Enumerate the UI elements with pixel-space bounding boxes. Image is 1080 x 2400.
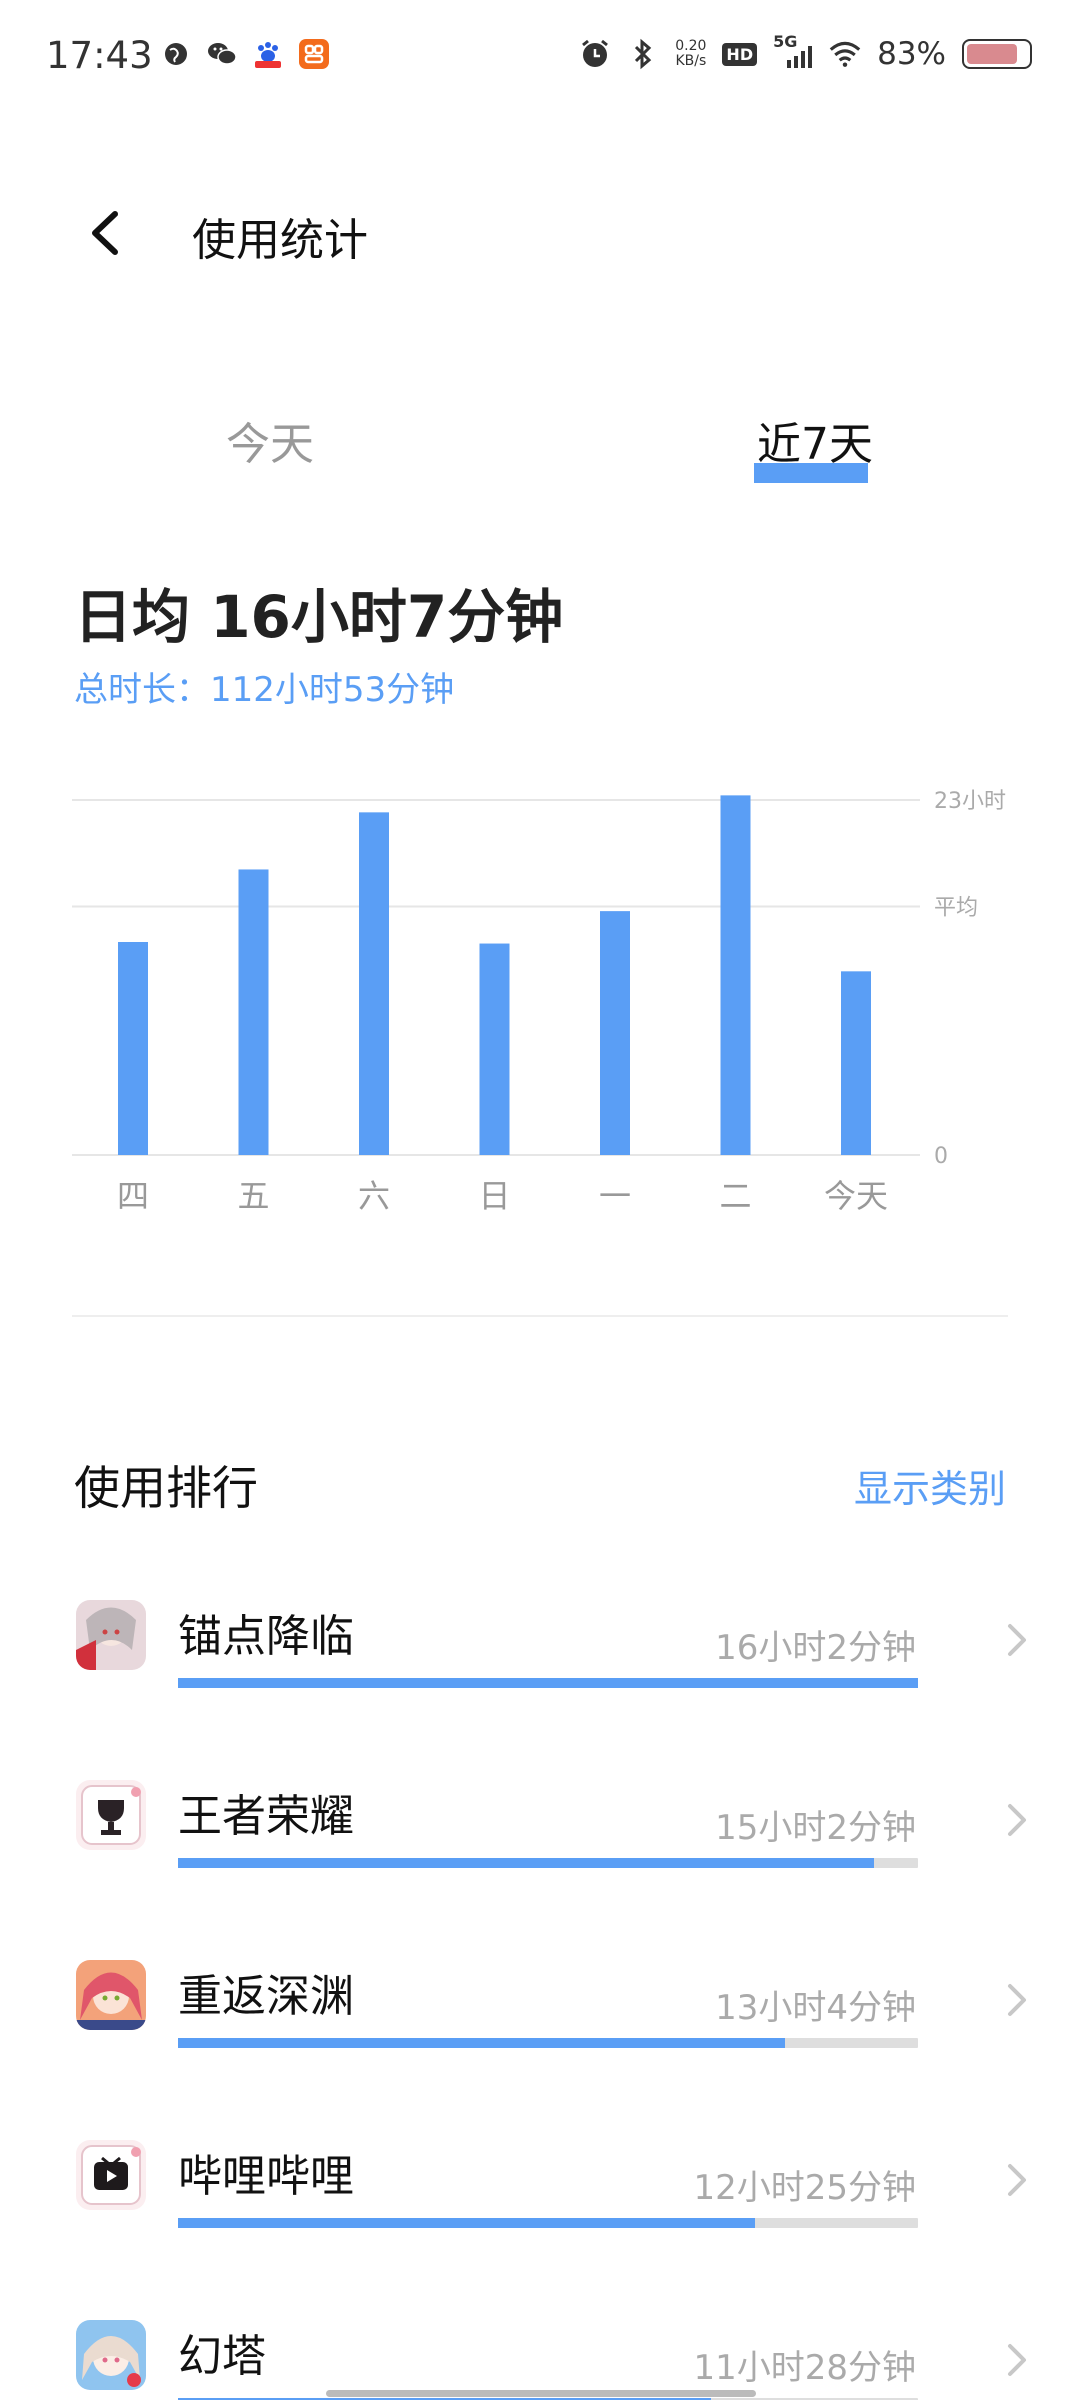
app-name: 王者荣耀 <box>178 1791 354 1842</box>
alarm-icon <box>579 38 611 70</box>
app-usage-time: 15小时2分钟 <box>715 1808 916 1848</box>
status-time: 17:43 <box>46 34 153 77</box>
trophy-app-icon <box>76 1780 146 1850</box>
usage-bar-fill <box>178 1858 874 1868</box>
network-speed-unit: KB/s <box>675 53 707 69</box>
tab-selected-indicator <box>754 463 868 483</box>
signal-icon: 5G <box>773 32 813 70</box>
daily-average: 日均 16小时7分钟 <box>74 583 564 651</box>
app-usage-time: 13小时4分钟 <box>715 1988 916 2028</box>
chevron-right-icon <box>1008 2164 1026 2196</box>
total-duration: 总时长：112小时53分钟 <box>74 670 455 710</box>
usage-bar-fill <box>178 2218 756 2228</box>
show-category-button[interactable]: 显示类别 <box>854 1458 1006 1513</box>
battery-level-fill <box>967 44 1017 64</box>
usage-bar-fill <box>178 1678 918 1688</box>
back-button[interactable] <box>70 198 140 268</box>
anime-girl-icon <box>76 1960 146 2030</box>
app-row-wangzhe[interactable]: 王者荣耀 15小时2分钟 <box>0 1770 1080 1920</box>
orange-app-icon <box>298 38 330 70</box>
app-row-chongfan[interactable]: 重返深渊 13小时4分钟 <box>0 1950 1080 2100</box>
chevron-right-icon <box>1008 1804 1026 1836</box>
chart-x-tick-label: 今天 <box>824 1177 888 1215</box>
bluetooth-icon <box>627 38 659 70</box>
ranking-title: 使用排行 <box>74 1461 258 1515</box>
period-tabs: 今天 近7天 <box>0 400 1080 490</box>
usage-bar-chart: 23小时平均 0 四 五 六 日 一 二 今天 <box>0 760 1080 1240</box>
baidu-icon <box>252 38 284 70</box>
wechat-icon <box>206 38 238 70</box>
chart-bar <box>359 812 389 1155</box>
app-usage-time: 12小时25分钟 <box>693 2168 916 2208</box>
chevron-right-icon <box>1008 1984 1026 2016</box>
usage-bar-fill <box>178 2038 785 2048</box>
chart-y-tick-label: 0 <box>934 1144 948 1169</box>
chart-svg: 23小时平均 0 四 五 六 日 一 二 今天 <box>72 789 1006 1215</box>
chevron-right-icon <box>1008 1624 1026 1656</box>
network-speed: 0.20 KB/s <box>675 39 706 69</box>
fantasy-game-icon <box>76 2320 146 2390</box>
app-name: 重返深渊 <box>178 1971 354 2022</box>
usage-bar-track <box>178 2038 918 2048</box>
app-name: 哔哩哔哩 <box>178 2151 354 2202</box>
usage-stats-screen: 17:43 0.20 KB/s HD 5G 83% 使用统计 今天 近7天 日均… <box>0 0 1080 2400</box>
chart-y-tick-label: 23小时 <box>934 789 1006 814</box>
app-header: 使用统计 <box>0 190 1080 280</box>
chart-bar <box>118 942 148 1155</box>
chart-bar <box>841 971 871 1155</box>
network-speed-value: 0.20 <box>675 38 707 54</box>
app-row-huanta[interactable]: 幻塔 11小时28分钟 <box>0 2310 1080 2400</box>
chart-bar <box>720 795 751 1155</box>
app-row-maodian[interactable]: 锚点降临 16小时2分钟 <box>0 1590 1080 1740</box>
tv-app-icon <box>76 2140 146 2210</box>
chart-x-tick-label: 日 <box>478 1177 510 1215</box>
chevron-right-icon <box>1008 2344 1026 2376</box>
usage-bar-track <box>178 1678 918 1688</box>
chart-x-tick-label: 二 <box>719 1177 751 1215</box>
app-usage-time: 16小时2分钟 <box>715 1628 916 1668</box>
chevron-left-icon <box>92 211 118 255</box>
tab-today[interactable]: 今天 <box>200 408 340 472</box>
app-row-bilibili[interactable]: 哔哩哔哩 12小时25分钟 <box>0 2130 1080 2280</box>
chart-x-tick-label: 四 <box>117 1177 149 1215</box>
app-usage-time: 11小时28分钟 <box>693 2348 916 2388</box>
chart-y-tick-label: 平均 <box>934 896 978 921</box>
chart-x-tick-label: 一 <box>599 1177 631 1215</box>
chart-bar <box>600 911 630 1155</box>
chart-bar <box>238 869 269 1155</box>
status-bar: 17:43 0.20 KB/s HD 5G 83% <box>0 0 1080 110</box>
app-name: 幻塔 <box>178 2331 266 2382</box>
chart-x-tick-label: 五 <box>237 1177 269 1215</box>
battery-icon <box>962 39 1032 69</box>
usage-bar-track <box>178 2218 918 2228</box>
anime-game-icon <box>76 1600 146 1670</box>
battery-percent: 83% <box>877 36 946 72</box>
chart-x-tick-label: 六 <box>358 1177 390 1215</box>
hd-badge: HD <box>722 42 758 66</box>
wifi-icon <box>829 38 861 70</box>
section-divider <box>72 1315 1008 1317</box>
notification-icons <box>160 38 330 70</box>
globe-icon <box>160 38 192 70</box>
usage-bar-track <box>178 1858 918 1868</box>
network-type: 5G <box>773 32 798 51</box>
chart-bar <box>479 943 510 1155</box>
home-indicator[interactable] <box>326 2390 756 2397</box>
system-icons: 0.20 KB/s HD 5G 83% <box>579 32 1032 72</box>
page-title: 使用统计 <box>192 215 368 266</box>
app-name: 锚点降临 <box>178 1611 354 1662</box>
